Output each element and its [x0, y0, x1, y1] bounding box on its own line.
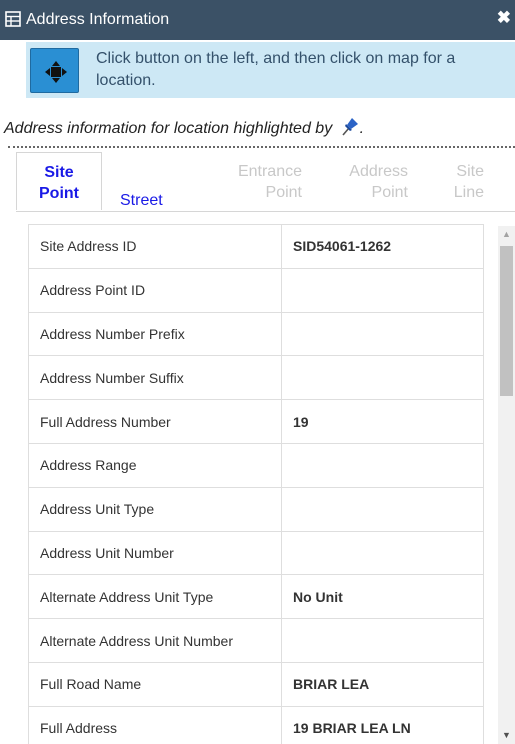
table-row: Address Unit Type — [28, 486, 484, 532]
tab-underline — [16, 211, 515, 212]
attribute-label: Address Point ID — [28, 267, 282, 313]
attribute-label: Address Number Prefix — [28, 311, 282, 357]
table-row: Address Number Suffix — [28, 355, 484, 401]
locate-on-map-button[interactable] — [30, 48, 79, 93]
tab-entrance-point-line2: Point — [265, 184, 302, 201]
attribute-value: SID54061-1262 — [281, 224, 484, 269]
table-row: Alternate Address Unit Number — [28, 618, 484, 663]
attribute-label: Full Address — [28, 705, 282, 744]
attribute-label: Alternate Address Unit Type — [28, 574, 282, 620]
tab-entrance-point: Entrance Point — [212, 152, 302, 210]
title-bar: Address Information ✖ — [0, 0, 515, 40]
scroll-down-arrow-icon[interactable]: ▼ — [498, 727, 515, 744]
tab-entrance-point-line1: Entrance — [237, 163, 302, 180]
tab-address-point: Address Point — [328, 152, 408, 210]
tab-site-line-line1: Site — [456, 163, 484, 180]
table-row: Full Address 19 BRIAR LEA LN — [28, 705, 484, 744]
scroll-up-arrow-icon[interactable]: ▲ — [498, 226, 515, 243]
attribute-value: BRIAR LEA — [281, 661, 484, 707]
attribute-table-container: Site Address ID SID54061-1262 Address Poi… — [28, 224, 484, 744]
vertical-scrollbar[interactable]: ▲ ▼ — [498, 226, 515, 744]
attribute-value — [281, 618, 484, 663]
attribute-label: Address Unit Number — [28, 530, 282, 576]
attribute-label: Address Number Suffix — [28, 355, 282, 401]
attribute-label: Address Range — [28, 442, 282, 488]
tab-site-point[interactable]: Site Point — [16, 152, 102, 210]
address-tabs: Site Point Street Entrance Point Address… — [16, 152, 515, 212]
table-row: Address Unit Number — [28, 530, 484, 576]
attribute-label: Site Address ID — [28, 224, 282, 269]
attribute-value — [281, 355, 484, 401]
attribute-value: 19 — [281, 399, 484, 444]
attribute-table: Site Address ID SID54061-1262 Address Poi… — [28, 224, 484, 744]
attribute-value — [281, 442, 484, 488]
tab-address-point-line2: Point — [371, 184, 408, 201]
close-icon[interactable]: ✖ — [497, 9, 511, 27]
highlight-note-suffix: . — [359, 120, 365, 138]
attribute-value — [281, 267, 484, 313]
panel-title: Address Information — [26, 11, 170, 28]
instruction-box: Click button on the left, and then click… — [26, 42, 515, 98]
crosshair-locate-icon — [45, 61, 67, 83]
attribute-value: 19 BRIAR LEA LN — [281, 705, 484, 744]
attribute-value: No Unit — [281, 574, 484, 620]
highlight-note-text: Address information for location highlig… — [4, 120, 333, 138]
attribute-value — [281, 530, 484, 576]
table-icon — [5, 11, 21, 27]
table-row: Full Road Name BRIAR LEA — [28, 661, 484, 707]
tab-site-line: Site Line — [436, 152, 484, 210]
table-row: Alternate Address Unit Type No Unit — [28, 574, 484, 620]
address-information-panel: Address Information ✖ Click button on th… — [0, 0, 515, 744]
tab-site-point-line1: Site — [44, 164, 74, 181]
attribute-label: Address Unit Type — [28, 486, 282, 532]
pushpin-icon — [340, 116, 360, 142]
table-row: Full Address Number 19 — [28, 399, 484, 444]
tab-address-point-line1: Address — [349, 163, 408, 180]
attribute-value — [281, 311, 484, 357]
table-row: Address Point ID — [28, 267, 484, 313]
tab-street-label: Street — [120, 192, 163, 209]
table-row: Address Number Prefix — [28, 311, 484, 357]
scrollbar-thumb[interactable] — [500, 246, 513, 396]
table-row: Address Range — [28, 442, 484, 488]
tab-street[interactable]: Street — [120, 190, 163, 212]
dotted-divider — [8, 146, 515, 148]
tab-site-point-line2: Point — [39, 185, 79, 202]
highlight-note: Address information for location highlig… — [4, 116, 364, 142]
attribute-label: Alternate Address Unit Number — [28, 618, 282, 663]
attribute-label: Full Address Number — [28, 399, 282, 444]
table-row: Site Address ID SID54061-1262 — [28, 224, 484, 269]
attribute-value — [281, 486, 484, 532]
tab-site-line-line2: Line — [453, 184, 484, 201]
instruction-text: Click button on the left, and then click… — [96, 50, 456, 89]
attribute-label: Full Road Name — [28, 661, 282, 707]
